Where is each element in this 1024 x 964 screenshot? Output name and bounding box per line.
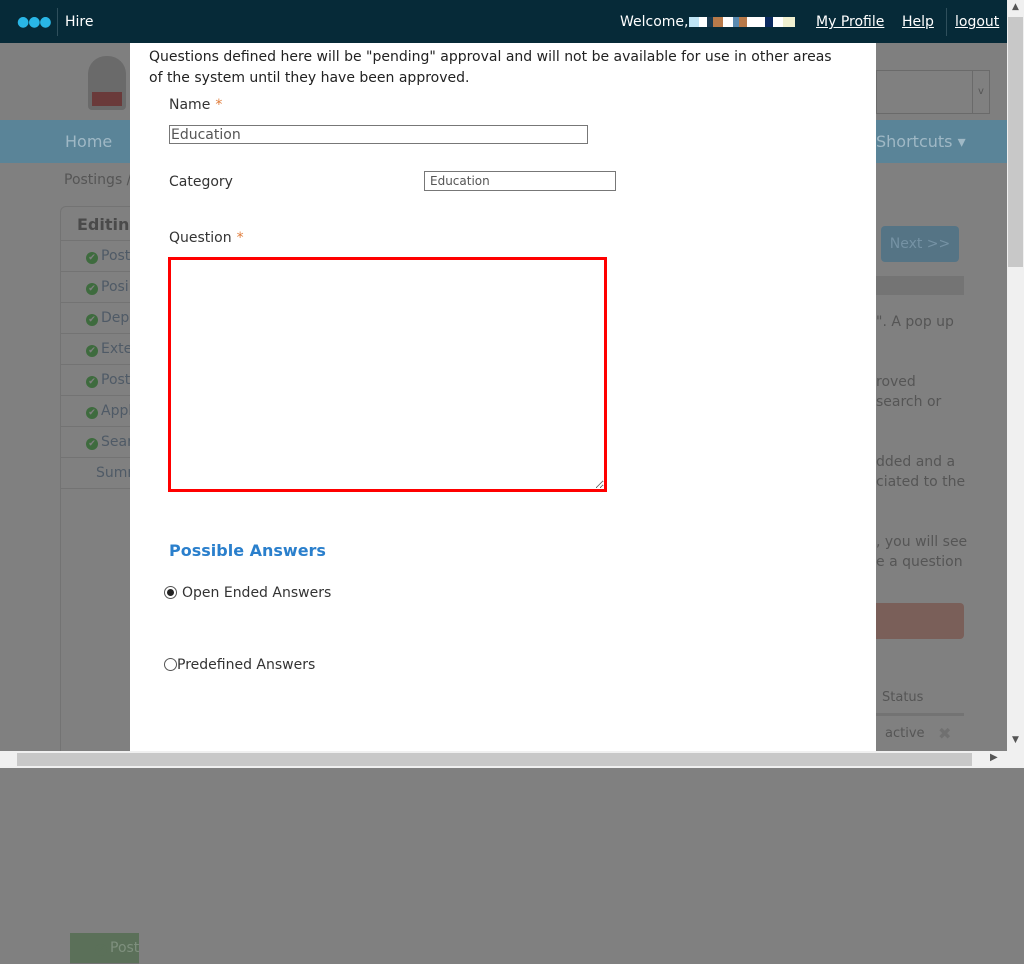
horizontal-scroll-thumb[interactable] bbox=[17, 753, 972, 766]
check-circle-icon: ✔ bbox=[95, 944, 107, 956]
nav-home[interactable]: Home bbox=[65, 132, 112, 151]
sidebar-item[interactable]: ✔ Post bbox=[61, 365, 139, 396]
help-text: ciated to the bbox=[876, 474, 966, 490]
sidebar-item-label: Post bbox=[101, 372, 131, 388]
question-label: Question * bbox=[169, 230, 244, 246]
help-text: search or bbox=[876, 394, 942, 410]
scroll-down-icon[interactable]: ▼ bbox=[1007, 735, 1024, 745]
sidebar-item[interactable]: ✔ Depa bbox=[61, 303, 139, 334]
scroll-right-icon[interactable]: ▶ bbox=[990, 752, 998, 763]
sidebar-item[interactable]: ✔ Sear bbox=[61, 427, 139, 458]
help-text: e a question bbox=[876, 554, 963, 570]
open-ended-radio[interactable] bbox=[164, 586, 177, 599]
help-text: ". A pop up bbox=[876, 314, 954, 330]
sidebar-title: Editing bbox=[61, 207, 141, 241]
check-circle-icon: ✔ bbox=[86, 407, 98, 419]
sidebar-item-label: Post bbox=[110, 940, 140, 956]
add-question-modal: Questions defined here will be "pending"… bbox=[130, 43, 876, 751]
action-button[interactable] bbox=[876, 603, 964, 639]
background-right-panel: Next >> ". A pop up roved search or dded… bbox=[876, 0, 1007, 768]
sidebar-item-label: Posi bbox=[101, 279, 129, 295]
help-text: dded and a bbox=[876, 454, 956, 470]
sidebar-item-active[interactable]: ✔ Post bbox=[70, 933, 140, 964]
divider bbox=[57, 8, 58, 36]
sidebar-item[interactable]: Summ bbox=[61, 458, 139, 489]
sidebar-item-label: Post bbox=[101, 248, 131, 264]
status-column-header: Status bbox=[882, 690, 924, 705]
category-field[interactable] bbox=[424, 171, 616, 191]
check-circle-icon: ✔ bbox=[86, 376, 98, 388]
welcome-label: Welcome, bbox=[620, 14, 689, 30]
help-text: , you will see bbox=[876, 534, 968, 550]
predefined-label[interactable]: Predefined Answers bbox=[177, 657, 315, 673]
sidebar-item-label: Appl bbox=[101, 403, 133, 419]
sidebar-item[interactable]: ✔ Posi bbox=[61, 272, 139, 303]
divider bbox=[876, 713, 964, 716]
vertical-scroll-thumb[interactable] bbox=[1008, 17, 1023, 267]
name-input[interactable] bbox=[169, 125, 588, 144]
sidebar-item-label: Exte bbox=[101, 341, 133, 357]
check-circle-icon: ✔ bbox=[86, 438, 98, 450]
check-circle-icon: ✔ bbox=[86, 283, 98, 295]
required-mark: * bbox=[215, 97, 223, 113]
scrollbar-corner bbox=[1007, 751, 1024, 768]
sidebar-item[interactable]: ✔ Post bbox=[61, 241, 139, 272]
open-ended-label[interactable]: Open Ended Answers bbox=[182, 585, 331, 601]
check-circle-icon: ✔ bbox=[86, 252, 98, 264]
next-button[interactable]: Next >> bbox=[881, 226, 959, 262]
help-text: roved bbox=[876, 374, 916, 390]
check-circle-icon: ✔ bbox=[86, 314, 98, 326]
name-label-text: Name bbox=[169, 97, 211, 113]
top-bar: ●●● Hire Welcome, My Profile Help logout bbox=[0, 0, 1007, 43]
sidebar-item[interactable]: ✔ Appl bbox=[61, 396, 139, 427]
breadcrumb[interactable]: Postings / bbox=[64, 172, 131, 188]
my-profile-link[interactable]: My Profile bbox=[816, 14, 884, 30]
app-name[interactable]: Hire bbox=[65, 14, 93, 30]
dots-menu-icon[interactable]: ●●● bbox=[17, 14, 52, 30]
question-label-text: Question bbox=[169, 230, 232, 246]
check-circle-icon: ✔ bbox=[86, 345, 98, 357]
name-label: Name * bbox=[169, 97, 222, 113]
university-logo bbox=[88, 56, 126, 110]
editing-sidebar: Editing ✔ Post ✔ Posi ✔ Depa ✔ Exte ✔ Post ✔ P… bbox=[60, 206, 141, 964]
redacted-username bbox=[688, 17, 795, 27]
possible-answers-heading: Possible Answers bbox=[169, 541, 326, 560]
close-icon[interactable]: ✖ bbox=[938, 724, 951, 743]
sidebar-item[interactable]: ✔ Exte bbox=[61, 334, 139, 365]
section-bar bbox=[876, 276, 964, 295]
question-textarea[interactable] bbox=[168, 257, 607, 492]
category-label: Category bbox=[169, 174, 233, 190]
sidebar-item-label: Sear bbox=[101, 434, 133, 450]
scroll-up-icon[interactable]: ▲ bbox=[1007, 2, 1024, 12]
predefined-radio[interactable] bbox=[164, 658, 177, 671]
welcome-text: Welcome, bbox=[620, 14, 795, 30]
status-badge: active bbox=[885, 726, 925, 741]
modal-intro-text: Questions defined here will be "pending"… bbox=[149, 49, 832, 86]
required-mark: * bbox=[236, 230, 244, 246]
